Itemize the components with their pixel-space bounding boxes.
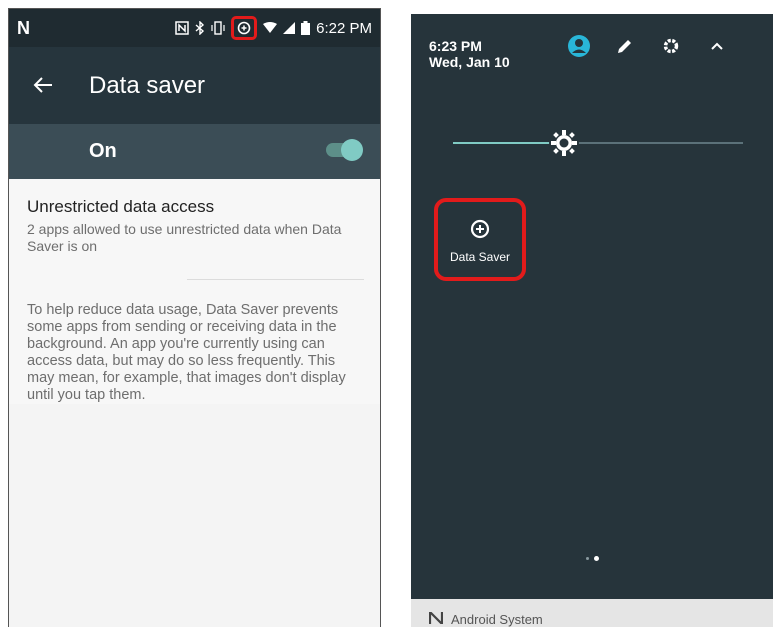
panel-date: Wed, Jan 10 (429, 54, 510, 70)
unrestricted-subtitle: 2 apps allowed to use unrestricted data … (27, 221, 342, 254)
datetime-header: 6:23 PM Wed, Jan 10 (429, 38, 510, 70)
status-icons: 6:22 PM (175, 16, 372, 40)
page-title: Data saver (89, 71, 206, 99)
bluetooth-icon (195, 21, 205, 35)
status-bar: N 6:22 PM (9, 9, 380, 47)
page-dot (586, 557, 589, 560)
notification-app-name: Android System (451, 612, 543, 627)
unrestricted-data-access-item[interactable]: Unrestricted data access 2 apps allowed … (27, 197, 364, 255)
brightness-track-empty (563, 142, 743, 144)
data-saver-tile[interactable]: Data Saver (434, 198, 526, 281)
app-bar: Data saver (9, 47, 380, 124)
edit-icon[interactable] (602, 32, 648, 60)
settings-content: Unrestricted data access 2 apps allowed … (9, 179, 380, 404)
wifi-icon (263, 22, 278, 34)
back-arrow-icon[interactable] (33, 70, 89, 101)
settings-icon[interactable] (648, 32, 694, 60)
page-indicator (586, 556, 599, 561)
signal-icon (283, 22, 296, 34)
account-icon[interactable] (556, 32, 602, 60)
brightness-icon[interactable] (547, 126, 581, 165)
n-logo-icon: N (17, 17, 30, 38)
data-saver-tile-label: Data Saver (449, 250, 511, 264)
data-saver-switch[interactable] (326, 139, 363, 161)
data-saver-description: To help reduce data usage, Data Saver pr… (27, 302, 346, 403)
panel-time: 6:23 PM (429, 38, 482, 54)
brightness-slider[interactable] (453, 128, 743, 159)
status-time: 6:22 PM (316, 19, 372, 37)
vibrate-icon (211, 21, 225, 35)
data-saver-icon (438, 218, 522, 240)
collapse-icon[interactable] (694, 32, 740, 60)
page-dot-active (594, 556, 599, 561)
data-saver-status-icon (231, 16, 258, 40)
data-saver-settings-screen: N 6:22 PM Data saver On Unrestricted dat… (8, 8, 381, 627)
unrestricted-title: Unrestricted data access (27, 197, 215, 216)
header-icons (556, 32, 740, 60)
divider (187, 279, 364, 280)
toggle-label: On (89, 140, 117, 162)
notification-android-system[interactable]: Android System (411, 599, 773, 627)
nfc-icon (175, 21, 189, 35)
quick-settings-panel: 6:23 PM Wed, Jan 10 Data Saver Android S… (411, 14, 773, 627)
android-system-icon (428, 609, 444, 627)
data-saver-toggle-row[interactable]: On (9, 124, 380, 179)
switch-knob (341, 139, 363, 161)
battery-icon (301, 21, 311, 35)
